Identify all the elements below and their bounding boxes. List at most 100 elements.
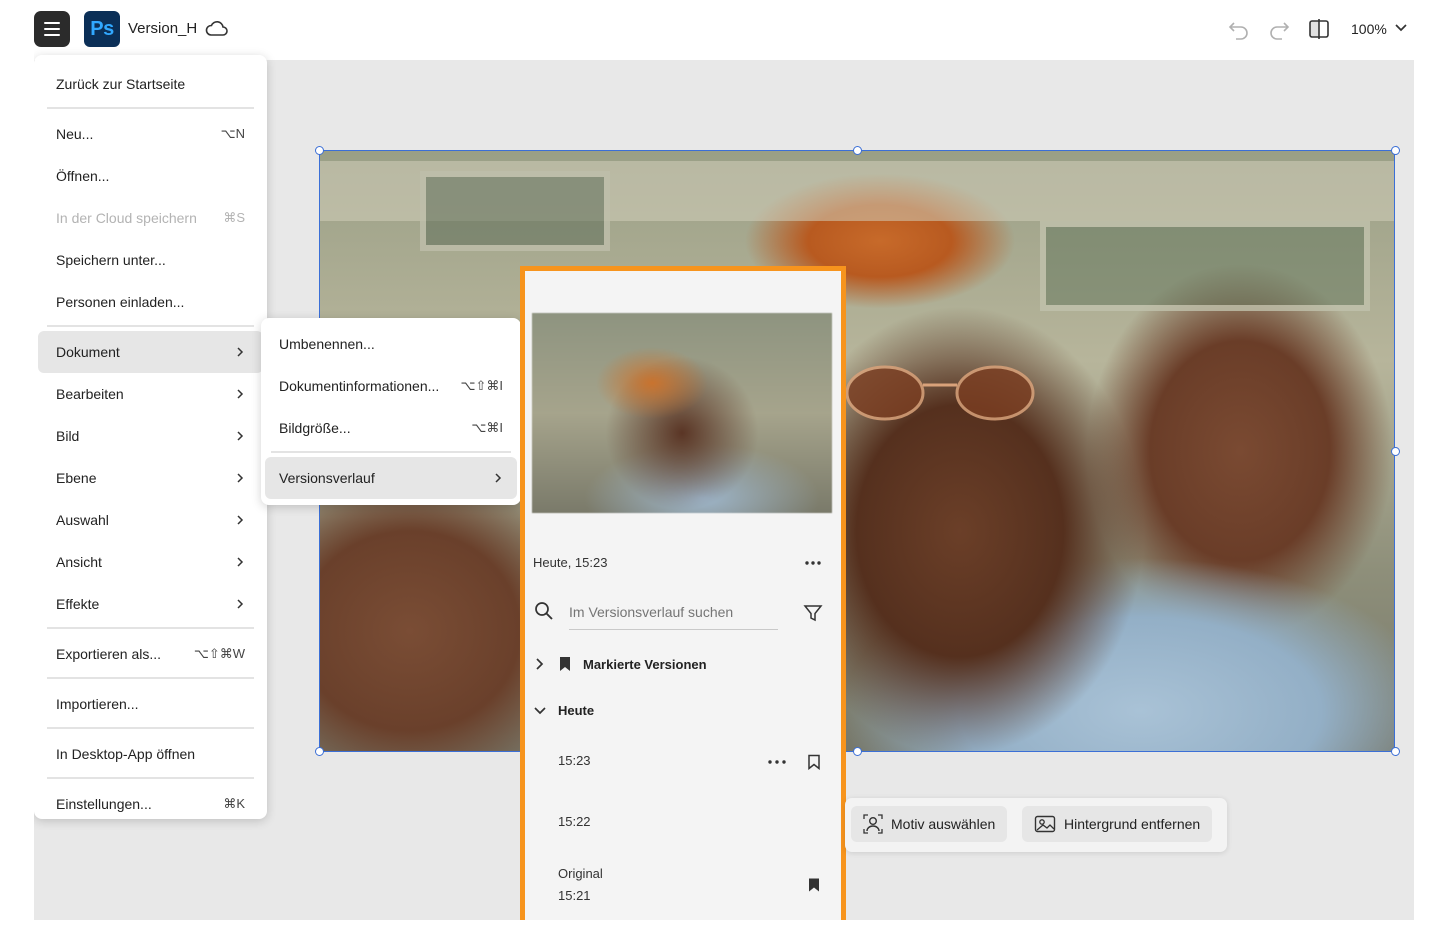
transform-handle[interactable] bbox=[1391, 747, 1400, 756]
filter-icon[interactable] bbox=[803, 603, 823, 623]
version-item-time[interactable]: 15:23 bbox=[558, 753, 591, 768]
menu-divider bbox=[47, 727, 254, 729]
menu-item-import[interactable]: Importieren... bbox=[38, 683, 263, 725]
group-label: Markierte Versionen bbox=[583, 656, 707, 672]
chevron-down-icon[interactable] bbox=[1394, 21, 1408, 35]
submenu-item-rename[interactable]: Umbenennen... bbox=[265, 323, 517, 365]
menu-item-shortcut: ⌘K bbox=[223, 796, 245, 811]
more-options-icon[interactable] bbox=[765, 752, 789, 772]
menu-item-save-as[interactable]: Speichern unter... bbox=[38, 239, 263, 281]
version-item-time[interactable]: 15:21 bbox=[558, 888, 591, 903]
cloud-sync-icon[interactable] bbox=[205, 19, 229, 39]
menu-divider bbox=[47, 777, 254, 779]
version-item-name[interactable]: Original bbox=[558, 866, 603, 881]
group-label: Heute bbox=[558, 703, 595, 718]
menu-item-label: Importieren... bbox=[56, 696, 139, 712]
marked-versions-group[interactable]: Markierte Versionen bbox=[533, 656, 707, 672]
chevron-right-icon bbox=[495, 473, 502, 483]
search-icon bbox=[535, 602, 553, 620]
chevron-right-icon bbox=[237, 347, 244, 357]
menu-divider bbox=[47, 107, 254, 109]
chevron-right-icon bbox=[237, 431, 244, 441]
submenu-item-image-size[interactable]: Bildgröße... ⌥⌘I bbox=[265, 407, 517, 449]
chevron-right-icon bbox=[237, 599, 244, 609]
main-menu: Zurück zur Startseite Neu... ⌥N Öffnen...… bbox=[34, 55, 267, 819]
menu-item-shortcut: ⌘S bbox=[223, 210, 245, 225]
contextual-task-bar: Motiv auswählen Hintergrund entfernen bbox=[845, 798, 1227, 852]
top-bar: Ps Version_H 100% bbox=[34, 10, 1414, 60]
menu-item-edit[interactable]: Bearbeiten bbox=[38, 373, 263, 415]
menu-item-select[interactable]: Auswahl bbox=[38, 499, 263, 541]
menu-item-shortcut: ⌥⇧⌘I bbox=[460, 378, 504, 393]
menu-item-label: Dokumentinformationen... bbox=[279, 378, 440, 394]
redo-icon[interactable] bbox=[1266, 16, 1292, 42]
menu-item-label: Auswahl bbox=[56, 512, 109, 528]
menu-item-document[interactable]: Dokument bbox=[38, 331, 263, 373]
compare-view-icon[interactable] bbox=[1306, 16, 1332, 42]
menu-item-label: In der Cloud speichern bbox=[56, 210, 197, 226]
photo-sunglasses bbox=[845, 365, 1035, 421]
document-title[interactable]: Version_H bbox=[128, 20, 197, 37]
menu-item-export-as[interactable]: Exportieren als... ⌥⇧⌘W bbox=[38, 633, 263, 675]
menu-item-label: Personen einladen... bbox=[56, 294, 185, 310]
chevron-right-icon bbox=[237, 473, 244, 483]
bookmark-outline-icon[interactable] bbox=[807, 754, 821, 770]
today-group[interactable]: Heute bbox=[533, 703, 594, 718]
menu-item-image[interactable]: Bild bbox=[38, 415, 263, 457]
menu-item-label: Bearbeiten bbox=[56, 386, 124, 402]
menu-divider bbox=[47, 677, 254, 679]
remove-background-icon bbox=[1034, 815, 1056, 833]
bookmark-icon[interactable] bbox=[807, 877, 821, 893]
chevron-right-icon bbox=[237, 389, 244, 399]
version-item-time[interactable]: 15:22 bbox=[558, 814, 591, 829]
menu-item-label: Ansicht bbox=[56, 554, 102, 570]
submenu-item-version-history[interactable]: Versionsverlauf bbox=[265, 457, 517, 499]
transform-handle[interactable] bbox=[853, 146, 862, 155]
version-preview-thumbnail[interactable] bbox=[532, 313, 832, 513]
transform-handle[interactable] bbox=[315, 747, 324, 756]
transform-handle[interactable] bbox=[315, 146, 324, 155]
menu-item-label: Neu... bbox=[56, 126, 94, 142]
version-date: Heute, 15:23 bbox=[533, 555, 608, 570]
menu-divider bbox=[47, 627, 254, 629]
more-options-icon[interactable] bbox=[803, 553, 823, 573]
menu-item-label: In Desktop-App öffnen bbox=[56, 746, 196, 762]
remove-background-button[interactable]: Hintergrund entfernen bbox=[1022, 806, 1213, 842]
menu-item-label: Exportieren als... bbox=[56, 646, 162, 662]
zoom-level[interactable]: 100% bbox=[1351, 21, 1387, 37]
menu-item-settings[interactable]: Einstellungen... ⌘K bbox=[38, 783, 263, 825]
menu-item-shortcut: ⌥N bbox=[220, 126, 245, 141]
menu-item-new[interactable]: Neu... ⌥N bbox=[38, 113, 263, 155]
menu-item-effects[interactable]: Effekte bbox=[38, 583, 263, 625]
menu-item-home[interactable]: Zurück zur Startseite bbox=[38, 63, 263, 105]
menu-item-label: Zurück zur Startseite bbox=[56, 76, 186, 92]
submenu-item-document-info[interactable]: Dokumentinformationen... ⌥⇧⌘I bbox=[265, 365, 517, 407]
version-history-panel: Heute, 15:23 Markierte Versionen Heute 1… bbox=[520, 266, 846, 920]
button-label: Hintergrund entfernen bbox=[1064, 816, 1201, 832]
menu-divider bbox=[271, 451, 511, 453]
hamburger-menu-icon[interactable] bbox=[34, 11, 70, 47]
version-search-input[interactable] bbox=[569, 600, 778, 630]
menu-item-label: Öffnen... bbox=[56, 168, 110, 184]
menu-item-label: Ebene bbox=[56, 470, 97, 486]
menu-item-save-to-cloud: In der Cloud speichern ⌘S bbox=[38, 197, 263, 239]
menu-item-invite-people[interactable]: Personen einladen... bbox=[38, 281, 263, 323]
select-subject-button[interactable]: Motiv auswählen bbox=[851, 806, 1008, 842]
menu-item-label: Umbenennen... bbox=[279, 336, 375, 352]
menu-item-view[interactable]: Ansicht bbox=[38, 541, 263, 583]
photoshop-web-app: Ps Version_H 100% Zurück zur Startseite … bbox=[34, 10, 1414, 920]
menu-item-label: Bild bbox=[56, 428, 80, 444]
transform-handle[interactable] bbox=[1391, 146, 1400, 155]
menu-item-label: Versionsverlauf bbox=[279, 470, 375, 486]
transform-handle[interactable] bbox=[1391, 447, 1400, 456]
menu-item-layer[interactable]: Ebene bbox=[38, 457, 263, 499]
photo-background-window bbox=[420, 171, 610, 251]
menu-item-shortcut: ⌥⌘I bbox=[471, 420, 503, 435]
select-subject-icon bbox=[863, 814, 883, 834]
undo-icon[interactable] bbox=[1226, 16, 1252, 42]
menu-divider bbox=[47, 325, 254, 327]
document-submenu: Umbenennen... Dokumentinformationen... ⌥⇧… bbox=[261, 318, 521, 505]
menu-item-open-in-desktop[interactable]: In Desktop-App öffnen bbox=[38, 733, 263, 775]
menu-item-open[interactable]: Öffnen... bbox=[38, 155, 263, 197]
transform-handle[interactable] bbox=[853, 747, 862, 756]
